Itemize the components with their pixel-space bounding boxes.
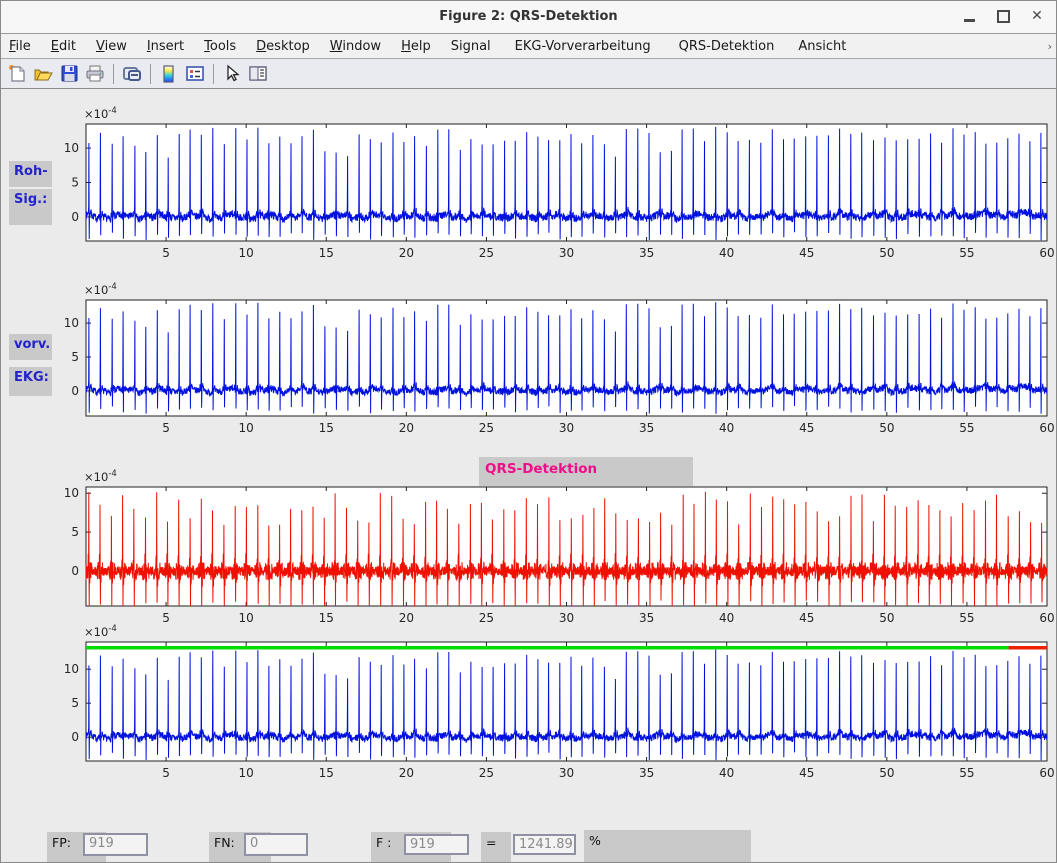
x-tick-label: 45 [799,766,814,780]
x-tick-label: 45 [799,246,814,260]
x-tick-label: 10 [239,246,254,260]
y-tick-label: 0 [71,384,79,398]
qrs-detection-plot-title: QRS-Detektion [479,457,693,486]
equals-label: = [481,832,511,863]
x-tick-label: 35 [639,611,654,625]
percentage-value-field[interactable]: 1241.891 [513,834,576,855]
percent-label: % [584,830,751,863]
x-tick-label: 5 [162,766,170,780]
x-tick-label: 55 [959,611,974,625]
x-tick-label: 5 [162,246,170,260]
preprocessed-label-line1: vorv. [9,334,52,360]
x-tick-label: 10 [239,766,254,780]
x-tick-label: 25 [479,246,494,260]
x-tick-label: 50 [879,611,894,625]
x-tick-label: 5 [162,421,170,435]
x-tick-label: 10 [239,421,254,435]
x-tick-label: 45 [799,421,814,435]
x-tick-label: 30 [559,766,574,780]
x-tick-label: 40 [719,246,734,260]
preprocessed-label-line2: EKG: [9,367,52,396]
x-tick-label: 60 [1039,611,1054,625]
y-tick-label: 10 [64,486,79,500]
x-tick-label: 15 [319,421,334,435]
x-tick-label: 35 [639,766,654,780]
y-tick-label: 5 [71,525,79,539]
y-tick-label: 0 [71,730,79,744]
x-tick-label: 30 [559,246,574,260]
raw-signal-label-line2: Sig.: [9,189,52,225]
x-tick-label: 55 [959,421,974,435]
x-tick-label: 35 [639,421,654,435]
y-tick-label: 10 [64,662,79,676]
x-tick-label: 50 [879,421,894,435]
x-tick-label: 30 [559,611,574,625]
x-tick-label: 50 [879,246,894,260]
y-tick-label: 10 [64,141,79,155]
x-tick-label: 35 [639,246,654,260]
y-tick-label: 5 [71,176,79,190]
y-axis-exponent: ×10-4 [84,106,117,121]
raw-signal-label-line1: Roh- [9,161,52,187]
x-tick-label: 15 [319,766,334,780]
y-axis-exponent: ×10-4 [84,282,117,297]
x-tick-label: 20 [399,421,414,435]
x-tick-label: 20 [399,611,414,625]
x-tick-label: 25 [479,421,494,435]
x-tick-label: 20 [399,246,414,260]
plot-raw-ecg-signal: 5 10 15 20 25 30 35 40 45 50 55 60 0 5 10 ×10-4 [64,106,1055,260]
x-tick-label: 40 [719,611,734,625]
axes-box [86,487,1047,606]
y-tick-label: 0 [71,210,79,224]
x-tick-label: 50 [879,766,894,780]
x-tick-label: 45 [799,611,814,625]
y-axis-exponent: ×10-4 [84,469,117,484]
f-value-field[interactable]: 919 [404,834,469,855]
x-tick-label: 55 [959,246,974,260]
y-tick-label: 5 [71,350,79,364]
axes-box [86,300,1047,416]
x-tick-label: 10 [239,611,254,625]
y-tick-label: 0 [71,564,79,578]
plot-preprocessed-ecg: 5 10 15 20 25 30 35 40 45 50 55 60 0 5 10 ×10-4 [64,282,1055,435]
x-tick-label: 5 [162,611,170,625]
plot-ecg-with-detection-markers: 5 10 15 20 25 30 35 40 45 50 55 60 0 5 10 ×10-4 [64,624,1055,780]
axes-box [86,642,1047,761]
y-tick-label: 10 [64,316,79,330]
fp-value-field[interactable]: 919 [83,833,148,856]
x-tick-label: 40 [719,766,734,780]
x-tick-label: 25 [479,611,494,625]
x-tick-label: 60 [1039,421,1054,435]
x-tick-label: 30 [559,421,574,435]
x-tick-label: 15 [319,611,334,625]
x-tick-label: 60 [1039,246,1054,260]
plots-svg: 510152025303540455055600510×10-451015202… [1,1,1057,863]
plot-qrs-detection-function: 5 10 15 20 25 30 35 40 45 50 55 60 0 5 10 ×10-4 [64,469,1055,625]
x-tick-label: 40 [719,421,734,435]
y-axis-exponent: ×10-4 [84,624,117,639]
figure-window: Figure 2: QRS-Detektion ✕ FileEditViewIn… [0,0,1057,863]
y-tick-label: 5 [71,696,79,710]
x-tick-label: 25 [479,766,494,780]
x-tick-label: 55 [959,766,974,780]
x-tick-label: 60 [1039,766,1054,780]
fn-value-field[interactable]: 0 [244,833,308,856]
axes-box [86,124,1047,241]
x-tick-label: 20 [399,766,414,780]
x-tick-label: 15 [319,246,334,260]
